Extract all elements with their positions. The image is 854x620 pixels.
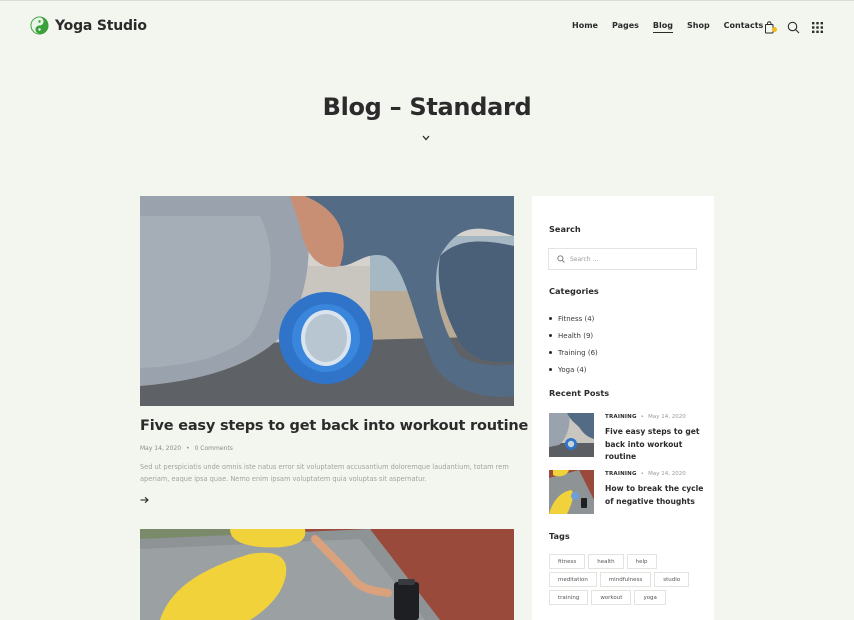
recent-post-item: TRAINING • May 14, 2020 How to break the… [549, 470, 709, 514]
post-featured-image[interactable] [140, 196, 514, 406]
recent-post-meta: TRAINING • May 14, 2020 [605, 471, 686, 477]
category-item[interactable]: Training (6) [549, 344, 598, 361]
recent-post-thumbnail[interactable] [549, 413, 594, 457]
arrow-right-icon[interactable] [140, 496, 149, 504]
main-nav: Home Pages Blog Shop Contacts [572, 21, 777, 33]
tag[interactable]: workout [591, 590, 632, 605]
categories-heading: Categories [549, 286, 599, 296]
header-actions [763, 19, 824, 34]
logo[interactable]: Yoga Studio [30, 16, 147, 35]
site-header: Yoga Studio Home Pages Blog Shop Contact… [0, 0, 854, 52]
meta-separator: • [186, 445, 190, 452]
recent-post-date[interactable]: May 14, 2020 [648, 471, 686, 477]
meta-separator: • [640, 471, 645, 477]
tag[interactable]: studio [654, 572, 690, 587]
search-icon [557, 255, 565, 263]
bullet [549, 368, 552, 371]
nav-home[interactable]: Home [572, 21, 598, 30]
search-icon[interactable] [787, 19, 800, 34]
category-label: Training (6) [558, 348, 598, 357]
post-featured-image-2[interactable] [140, 529, 514, 620]
cart-icon[interactable] [763, 19, 777, 34]
bullet [549, 317, 552, 320]
post-meta: May 14, 2020 • 0 Comments [140, 445, 233, 452]
grid-menu-icon[interactable] [811, 19, 824, 33]
post-comments[interactable]: 0 Comments [195, 445, 233, 452]
page-title: Blog – Standard [322, 93, 532, 121]
category-item[interactable]: Health (9) [549, 327, 598, 344]
nav-pages[interactable]: Pages [612, 21, 639, 30]
tag[interactable]: health [588, 554, 624, 569]
yin-yang-logo-icon [30, 16, 49, 35]
bullet [549, 351, 552, 354]
tag[interactable]: yoga [634, 590, 666, 605]
post-date[interactable]: May 14, 2020 [140, 445, 181, 452]
recent-post-date[interactable]: May 14, 2020 [648, 414, 686, 420]
category-list: Fitness (4) Health (9) Training (6) Yoga… [549, 310, 598, 378]
recent-post-item: TRAINING • May 14, 2020 Five easy steps … [549, 413, 709, 461]
nav-blog[interactable]: Blog [652, 21, 674, 33]
post-title[interactable]: Five easy steps to get back into workout… [140, 418, 528, 434]
search-placeholder: Search ... [570, 255, 599, 263]
tag[interactable]: training [549, 590, 589, 605]
category-label: Yoga (4) [558, 365, 587, 374]
tag-cloud: fitness health help meditation mindfulne… [549, 554, 699, 608]
post-excerpt: Sed ut perspiciatis unde omnis iste natu… [140, 463, 509, 483]
category-item[interactable]: Yoga (4) [549, 361, 598, 378]
meta-separator: • [640, 414, 645, 420]
category-label: Health (9) [558, 331, 594, 340]
chevron-down-icon[interactable] [421, 134, 431, 142]
recent-post-category[interactable]: TRAINING [605, 414, 637, 420]
bullet [549, 334, 552, 337]
tag[interactable]: fitness [549, 554, 586, 569]
tag[interactable]: mindfulness [599, 572, 652, 587]
search-input[interactable]: Search ... [548, 248, 697, 270]
recent-post-meta: TRAINING • May 14, 2020 [605, 414, 686, 420]
nav-contacts[interactable]: Contacts [724, 21, 764, 30]
search-heading: Search [549, 224, 581, 234]
recent-post-title[interactable]: How to break the cycle of negative thoug… [605, 483, 705, 508]
tag[interactable]: help [626, 554, 657, 569]
recent-posts-heading: Recent Posts [549, 388, 610, 398]
recent-post-thumbnail[interactable] [549, 470, 594, 514]
category-label: Fitness (4) [558, 314, 595, 323]
brand-name: Yoga Studio [55, 17, 147, 34]
sidebar: Search Search ... Categories Fitness (4)… [532, 196, 714, 620]
recent-post-title[interactable]: Five easy steps to get back into workout… [605, 426, 705, 464]
nav-shop[interactable]: Shop [687, 21, 710, 30]
cart-badge [772, 27, 777, 32]
tag[interactable]: meditation [549, 572, 597, 587]
recent-post-category[interactable]: TRAINING [605, 471, 637, 477]
category-item[interactable]: Fitness (4) [549, 310, 598, 327]
tags-heading: Tags [549, 531, 570, 541]
